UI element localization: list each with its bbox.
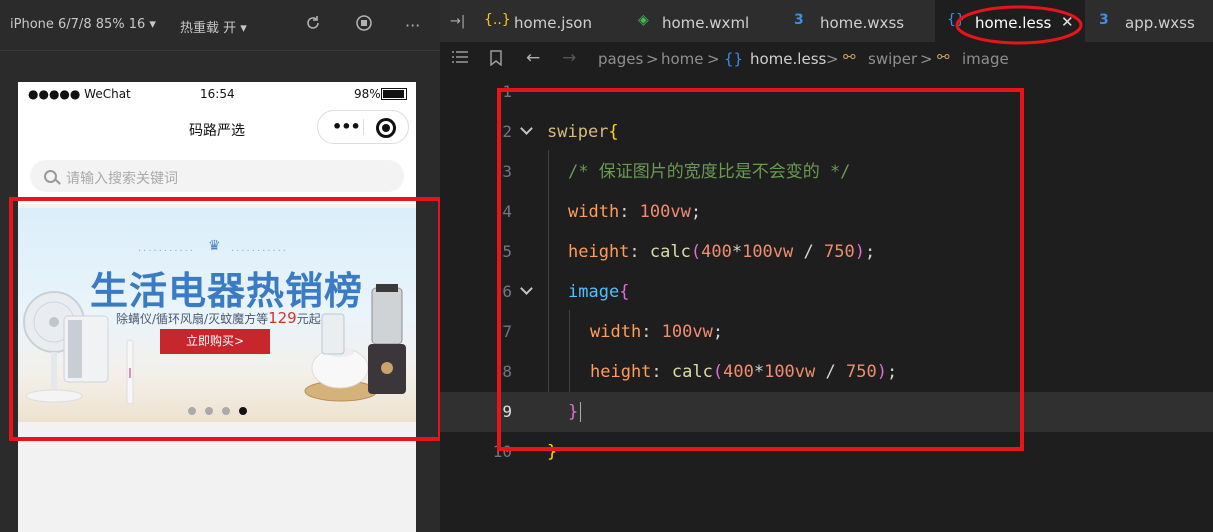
editor-tab-bar: →| {..} home.json ◈ home.wxml 3 home.wxs…: [440, 0, 1213, 43]
status-time: 16:54: [200, 87, 235, 101]
search-input[interactable]: 请输入搜索关键词: [30, 160, 404, 192]
refresh-icon[interactable]: [304, 14, 322, 36]
simulator-panel: iPhone 6/7/8 85% 16 ▾ 热重载 开 ▾ ··· ●●●●● …: [0, 0, 442, 532]
breadcrumb-image[interactable]: image: [962, 50, 1009, 68]
css-file-icon: 3: [1099, 12, 1109, 28]
more-dots-icon[interactable]: •••: [332, 117, 361, 136]
code-editor: →| {..} home.json ◈ home.wxml 3 home.wxs…: [440, 0, 1213, 532]
breadcrumb-home-less[interactable]: home.less: [750, 50, 826, 68]
breadcrumb-sep: >: [826, 50, 839, 68]
tab-home-wxss[interactable]: 3 home.wxss: [780, 0, 936, 42]
forward-arrow-icon[interactable]: →: [562, 48, 576, 68]
battery-icon: [381, 88, 407, 100]
battery-percent: 98%: [354, 87, 381, 101]
breadcrumb-sep: >: [707, 50, 720, 68]
search-area: 请输入搜索关键词: [18, 150, 416, 204]
simulator-toolbar: iPhone 6/7/8 85% 16 ▾ 热重载 开 ▾ ···: [0, 0, 440, 51]
breadcrumb-sep: >: [646, 50, 659, 68]
breadcrumb-sep: >: [920, 50, 933, 68]
json-file-icon: {..}: [484, 12, 511, 28]
breadcrumb-pages[interactable]: pages: [598, 50, 643, 68]
more-icon[interactable]: ···: [405, 16, 420, 35]
breadcrumb: ← → pages > home > {} home.less > ⚯ swip…: [440, 42, 1213, 76]
less-file-icon: {}: [724, 50, 744, 68]
annotation-circle-tab: [955, 5, 1083, 45]
selector-icon: ⚯: [937, 48, 950, 66]
annotation-box-code: [497, 88, 1024, 451]
hot-reload-toggle[interactable]: 热重载 开 ▾: [180, 17, 247, 36]
search-icon: [44, 170, 57, 183]
device-select[interactable]: iPhone 6/7/8 85% 16 ▾: [10, 17, 156, 32]
bookmark-icon[interactable]: [490, 50, 502, 70]
carrier-label: ●●●●● WeChat: [28, 87, 131, 101]
breadcrumb-home[interactable]: home: [661, 50, 704, 68]
capsule-divider: [363, 119, 364, 135]
css-file-icon: 3: [794, 12, 804, 28]
tab-home-json[interactable]: {..} home.json: [472, 0, 623, 42]
annotation-box-banner: [9, 197, 442, 441]
wxml-file-icon: ◈: [638, 12, 649, 28]
split-editor-icon[interactable]: →|: [450, 14, 465, 29]
menu-capsule[interactable]: •••: [317, 110, 409, 144]
nav-bar: 码路严选 •••: [18, 106, 416, 150]
stop-icon[interactable]: [355, 14, 373, 36]
selector-icon: ⚯: [843, 48, 856, 66]
status-bar: ●●●●● WeChat 16:54 98%: [18, 82, 416, 106]
outline-icon[interactable]: [452, 50, 468, 68]
tab-app-wxss[interactable]: 3 app.wxss: [1085, 0, 1213, 42]
breadcrumb-swiper[interactable]: swiper: [868, 50, 917, 68]
search-placeholder: 请输入搜索关键词: [66, 171, 178, 187]
back-arrow-icon[interactable]: ←: [526, 48, 540, 68]
tab-home-wxml[interactable]: ◈ home.wxml: [622, 0, 781, 42]
close-capsule-icon[interactable]: [376, 118, 396, 138]
